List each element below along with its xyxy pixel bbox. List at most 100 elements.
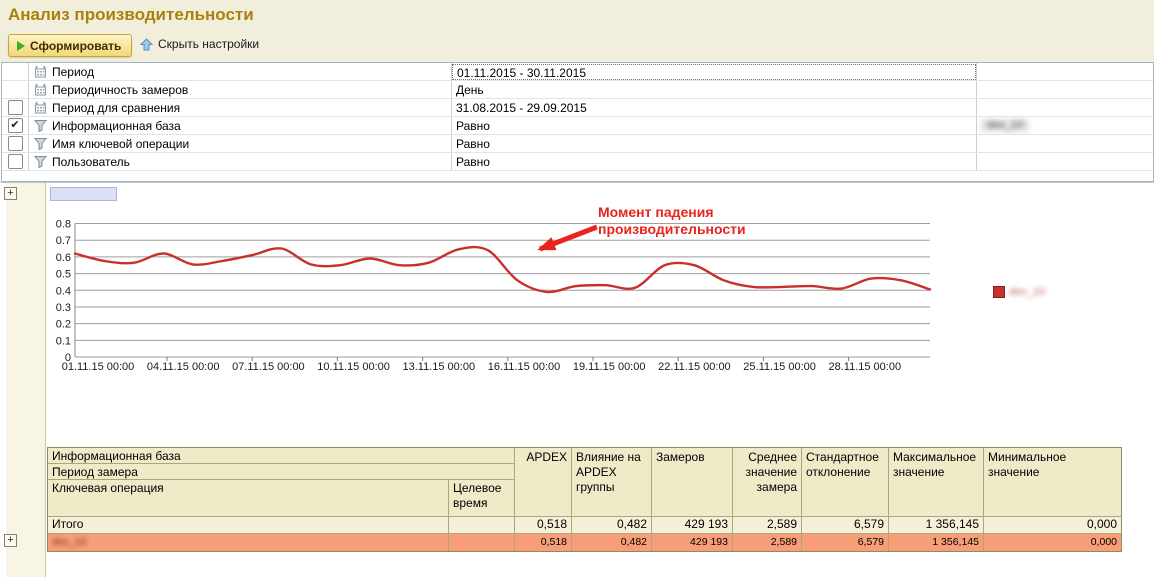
setting-row-periodicity: Периодичность замеров День — [2, 81, 1153, 99]
generate-button[interactable]: Сформировать — [8, 34, 133, 57]
setting-label-infobase[interactable]: Информационная база — [29, 117, 452, 134]
legend-label-masked: dev_10 — [1009, 286, 1046, 298]
infobase-comparison[interactable]: Равно — [452, 118, 976, 134]
header-max-value[interactable]: Максимальное значение — [888, 448, 983, 516]
total-max[interactable]: 1 356,145 — [888, 517, 983, 533]
apdex-line-chart: 0.80.70.60.50.40.30.20.1001.11.15 00:00 0… — [56, 219, 932, 373]
infobase-checkbox[interactable] — [7, 118, 23, 133]
setting-row-period: Период 01.11.2015 - 30.11.2015 — [2, 63, 1153, 81]
chart-legend: dev_10 — [993, 286, 1045, 298]
annotation-text: Момент падения производительности — [598, 204, 746, 238]
settings-panel: Период 01.11.2015 - 30.11.2015 Периодичн… — [1, 62, 1154, 182]
infobase-stddev[interactable]: 6,579 — [801, 534, 888, 551]
svg-text:0.2: 0.2 — [56, 319, 71, 331]
setting-label-compare-period[interactable]: Период для сравнения — [29, 99, 452, 116]
period-calendar-icon — [35, 101, 46, 114]
report-area: + 0.8 0.7 0.6 0.5 0.4 0.3 0.2 0.1 0 01.11.15 00:0… — [0, 182, 1154, 577]
table-group-expander[interactable]: + — [4, 534, 17, 547]
setting-label-text: Периодичность замеров — [52, 82, 189, 97]
total-stddev[interactable]: 6,579 — [801, 517, 888, 533]
header-infobase[interactable]: Информационная база — [48, 448, 514, 464]
infobase-target-time-cell[interactable] — [448, 534, 514, 551]
compare-period-checkbox[interactable] — [7, 100, 23, 115]
setting-label-text: Имя ключевой операции — [52, 136, 190, 151]
table-row-total: Итого 0,518 0,482 429 193 2,589 6,579 1 … — [48, 516, 1121, 533]
chart-group-expander[interactable]: + — [4, 187, 17, 200]
results-table-header: Информационная база Период замера Ключев… — [48, 448, 1121, 516]
total-row-label[interactable]: Итого — [48, 517, 448, 533]
header-target-time[interactable]: Целевое время — [448, 480, 514, 516]
periodicity-value[interactable]: День — [452, 82, 976, 98]
setting-value-compare-period[interactable]: 31.08.2015 - 29.09.2015 — [452, 99, 977, 116]
total-measurements[interactable]: 429 193 — [651, 517, 732, 533]
checkbox-cell — [2, 117, 29, 134]
user-checkbox[interactable] — [7, 154, 23, 169]
selected-empty-cell[interactable] — [50, 187, 117, 201]
annotation-arrow — [537, 224, 598, 252]
total-influence[interactable]: 0,482 — [571, 517, 651, 533]
setting-value-period[interactable]: 01.11.2015 - 30.11.2015 — [452, 63, 977, 80]
setting-label-periodicity[interactable]: Периодичность замеров — [29, 81, 452, 98]
results-table: Информационная база Период замера Ключев… — [47, 447, 1122, 552]
header-key-operation[interactable]: Ключевая операция — [48, 480, 448, 516]
svg-text:28.11.15 00:00: 28.11.15 00:00 — [829, 361, 902, 373]
svg-text:0.7: 0.7 — [56, 235, 71, 247]
checkbox-cell — [2, 81, 29, 98]
extra-cell — [977, 63, 1153, 80]
form-header: Анализ производительности Сформировать С… — [0, 0, 1154, 62]
setting-value-infobase[interactable]: Равно — [452, 117, 977, 134]
setting-value-keyop[interactable]: Равно — [452, 135, 977, 152]
infobase-min[interactable]: 0,000 — [983, 534, 1121, 551]
svg-text:04.11.15 00:00: 04.11.15 00:00 — [147, 361, 220, 373]
setting-label-user[interactable]: Пользователь — [29, 153, 452, 170]
infobase-extra-cell[interactable]: dev_10 — [977, 117, 1153, 134]
svg-text:13.11.15 00:00: 13.11.15 00:00 — [403, 361, 476, 373]
setting-label-text: Информационная база — [52, 118, 181, 133]
period-value[interactable]: 01.11.2015 - 30.11.2015 — [452, 63, 976, 80]
filter-icon — [34, 138, 47, 150]
setting-label-period[interactable]: Период — [29, 63, 452, 80]
keyop-checkbox[interactable] — [7, 136, 23, 151]
infobase-influence[interactable]: 0,482 — [571, 534, 651, 551]
svg-text:0.4: 0.4 — [56, 285, 71, 297]
total-target-time-cell[interactable] — [448, 517, 514, 533]
header-std-deviation[interactable]: Стандартное отклонение — [801, 448, 888, 516]
user-comparison[interactable]: Равно — [452, 154, 976, 170]
infobase-row-label-masked[interactable]: dev_10 — [48, 534, 448, 551]
infobase-apdex[interactable]: 0,518 — [514, 534, 571, 551]
table-row-infobase: dev_10 0,518 0,482 429 193 2,589 6,579 1… — [48, 533, 1121, 551]
header-avg-value[interactable]: Среднее значение замера — [732, 448, 801, 516]
setting-label-keyop[interactable]: Имя ключевой операции — [29, 135, 452, 152]
header-measurements[interactable]: Замеров — [651, 448, 732, 516]
page-title: Анализ производительности — [8, 5, 254, 24]
compare-period-value[interactable]: 31.08.2015 - 29.09.2015 — [452, 100, 976, 116]
hide-settings-button[interactable]: Скрыть настройки — [140, 37, 259, 51]
infobase-max[interactable]: 1 356,145 — [888, 534, 983, 551]
extra-cell — [977, 153, 1153, 170]
header-min-value[interactable]: Минимальное значение — [983, 448, 1121, 516]
infobase-masked-value[interactable]: dev_10 — [981, 119, 1030, 132]
play-icon — [17, 40, 25, 51]
extra-cell — [977, 135, 1153, 152]
svg-text:22.11.15 00:00: 22.11.15 00:00 — [658, 361, 731, 373]
infobase-measurements[interactable]: 429 193 — [651, 534, 732, 551]
setting-row-compare-period: Период для сравнения 31.08.2015 - 29.09.… — [2, 99, 1153, 117]
total-min[interactable]: 0,000 — [983, 517, 1121, 533]
infobase-avg[interactable]: 2,589 — [732, 534, 801, 551]
svg-text:10.11.15 00:00: 10.11.15 00:00 — [317, 361, 390, 373]
header-apdex[interactable]: APDEX — [514, 448, 571, 516]
svg-text:25.11.15 00:00: 25.11.15 00:00 — [743, 361, 816, 373]
keyop-comparison[interactable]: Равно — [452, 136, 976, 152]
total-apdex[interactable]: 0,518 — [514, 517, 571, 533]
annotation-line1: Момент падения — [598, 204, 714, 220]
setting-value-periodicity[interactable]: День — [452, 81, 977, 98]
period-calendar-icon — [35, 83, 46, 96]
header-apdex-influence[interactable]: Влияние на APDEX группы — [571, 448, 651, 516]
checkbox-cell — [2, 135, 29, 152]
setting-value-user[interactable]: Равно — [452, 153, 977, 170]
svg-text:0.3: 0.3 — [56, 302, 71, 314]
checkbox-cell — [2, 63, 29, 80]
header-measure-period[interactable]: Период замера — [48, 464, 514, 480]
total-avg[interactable]: 2,589 — [732, 517, 801, 533]
svg-text:16.11.15 00:00: 16.11.15 00:00 — [488, 361, 561, 373]
